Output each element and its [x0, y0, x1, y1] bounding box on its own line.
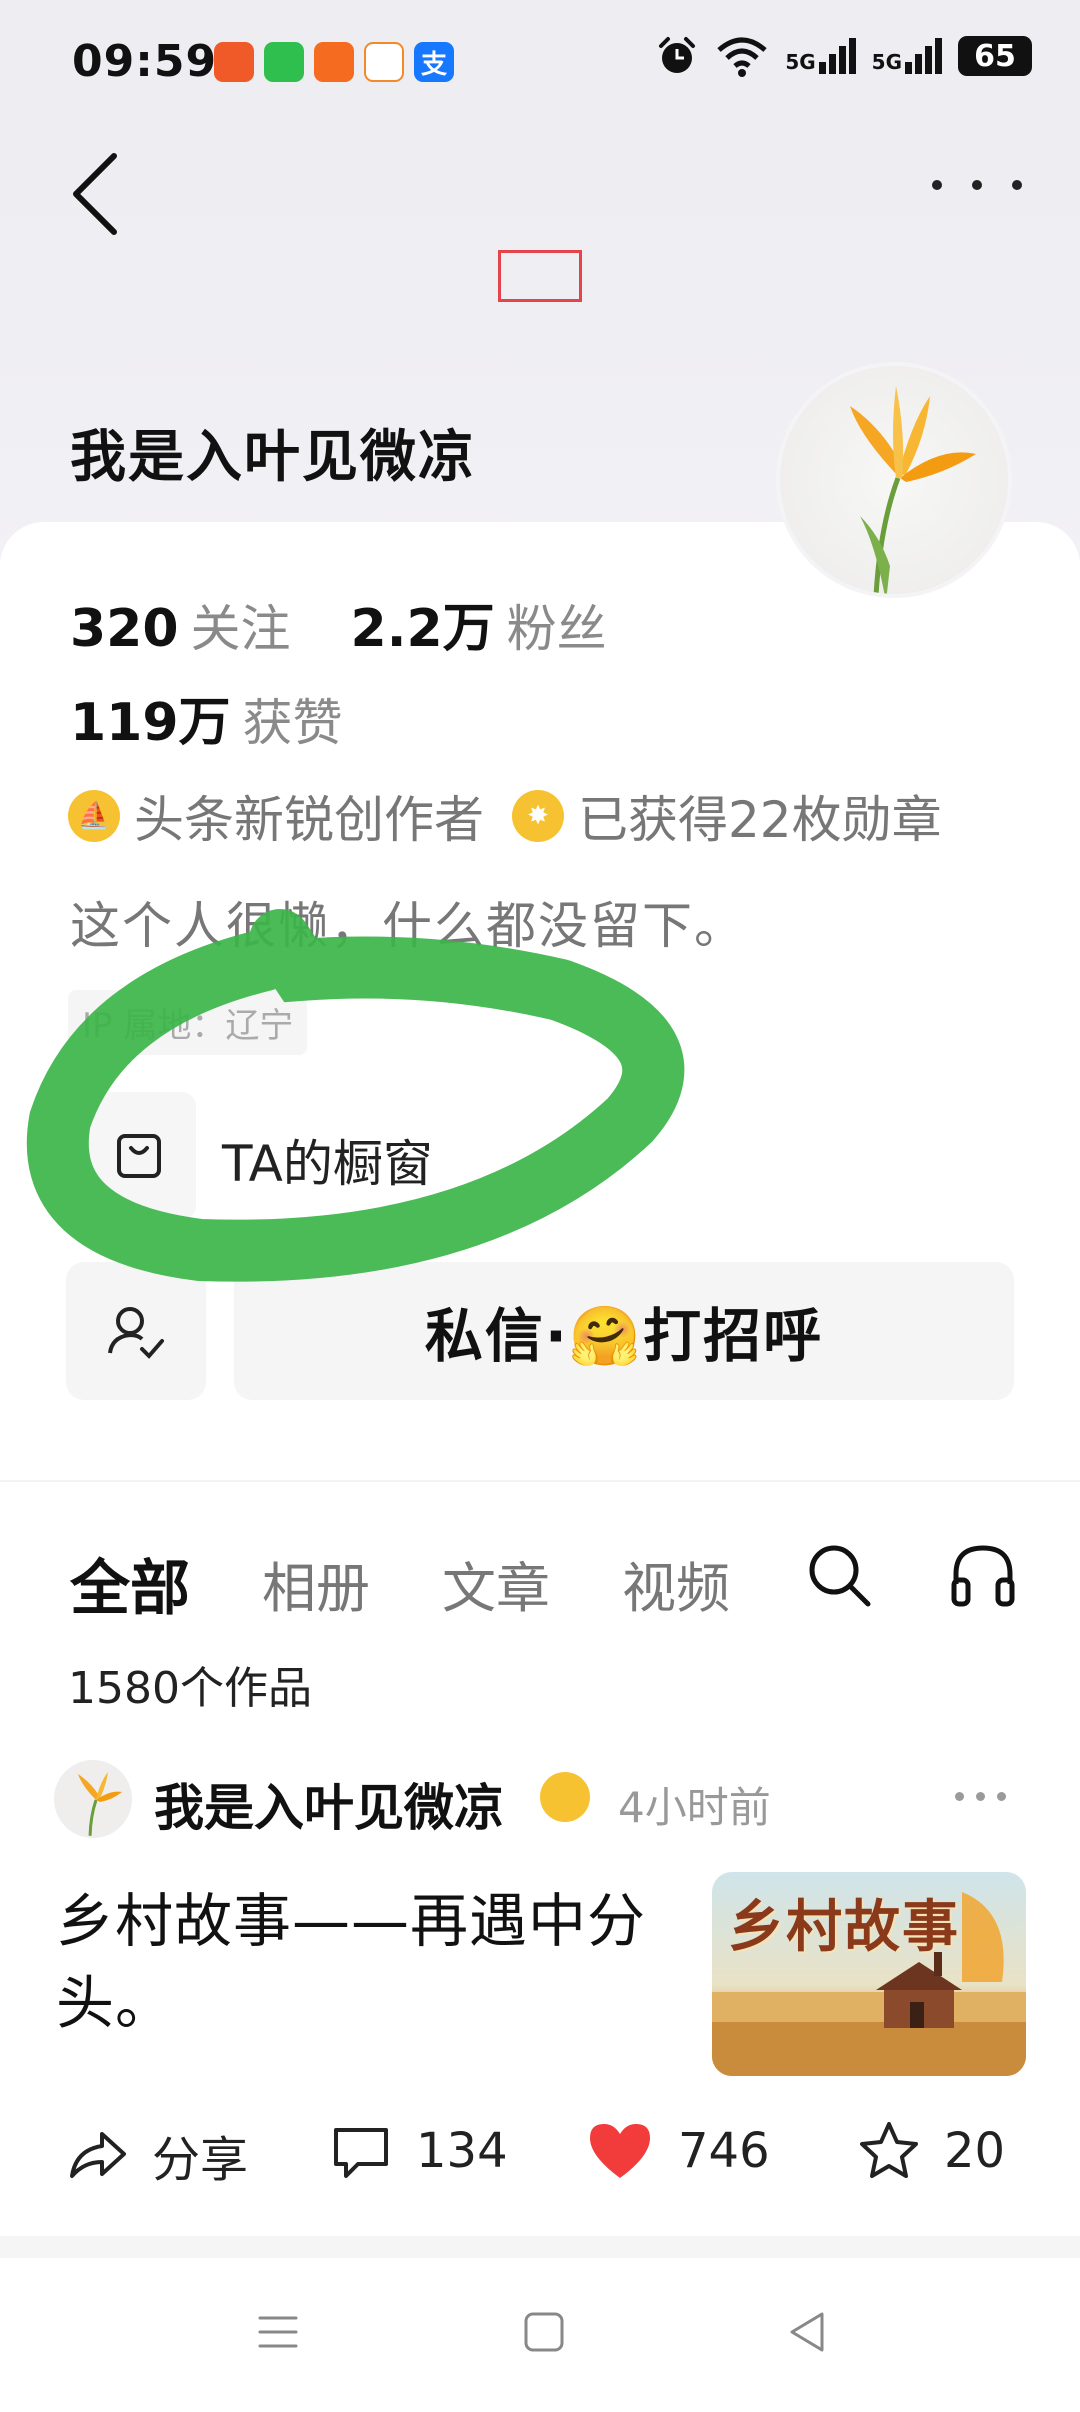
more-dot-icon — [955, 1792, 964, 1801]
tab-all[interactable]: 全部 — [70, 1540, 190, 1627]
post-author-avatar[interactable] — [54, 1760, 132, 1838]
more-options-button[interactable] — [932, 165, 1022, 205]
followers-count[interactable]: 2.2万 — [351, 586, 495, 661]
comment-count: 134 — [416, 2123, 508, 2179]
user-check-icon — [108, 1307, 164, 1359]
status-indicators: 5G 5G 65 — [655, 34, 1032, 78]
heart-icon — [590, 2124, 650, 2178]
square-icon — [524, 2312, 564, 2352]
share-button[interactable]: 分享 — [66, 2120, 248, 2190]
system-navigation-bar — [0, 2258, 1080, 2412]
red-annotation-rect — [498, 250, 582, 302]
wifi-icon — [717, 37, 767, 77]
like-count: 746 — [678, 2123, 770, 2179]
signal-5g-2-label: 5G — [871, 50, 902, 74]
verified-badge-icon — [540, 1772, 590, 1822]
works-count: 1580个作品 — [68, 1663, 312, 1714]
tulip-avatar-image — [850, 386, 976, 594]
profile-username: 我是入叶见微凉 — [70, 425, 476, 490]
search-button[interactable] — [804, 1540, 874, 1610]
following-label[interactable]: 关注 — [191, 589, 291, 661]
message-greet-button[interactable]: 私信·🤗打招呼 — [234, 1262, 1014, 1400]
alipay-app-icon: 支 — [414, 42, 454, 82]
tab-articles[interactable]: 文章 — [442, 1544, 550, 1623]
like-button[interactable]: 746 — [586, 2120, 770, 2182]
bottom-divider — [0, 2236, 1080, 2258]
recent-apps-button[interactable] — [248, 2302, 308, 2362]
more-dot-icon — [997, 1792, 1006, 1801]
stats-row: 320 关注 2.2万 粉丝 — [70, 586, 667, 661]
showcase-button[interactable] — [82, 1092, 196, 1220]
likes-row: 119万 获赞 — [70, 680, 403, 755]
post-more-button[interactable] — [955, 1792, 1006, 1801]
home-app-icon — [214, 42, 254, 82]
back-nav-button[interactable] — [778, 2302, 838, 2362]
signal-5g-1: 5G — [785, 38, 856, 74]
profile-avatar[interactable] — [776, 362, 1012, 598]
didi-app-icon — [364, 42, 404, 82]
likes-label: 获赞 — [242, 694, 343, 752]
headphones-icon — [951, 1545, 1015, 1607]
share-icon — [70, 2132, 126, 2178]
more-dot-icon — [1012, 180, 1022, 190]
home-button[interactable] — [514, 2302, 574, 2362]
triangle-back-icon — [790, 2312, 824, 2352]
likes-count: 119万 — [70, 693, 231, 753]
tab-album[interactable]: 相册 — [262, 1544, 370, 1623]
chevron-left-icon — [73, 153, 117, 235]
favorite-button[interactable]: 20 — [858, 2120, 1005, 2182]
post-text[interactable]: 乡村故事——再遇中分头。 — [56, 1880, 656, 2044]
tab-videos[interactable]: 视频 — [622, 1544, 730, 1623]
post-author-name[interactable]: 我是入叶见微凉 — [154, 1768, 504, 1840]
listen-button[interactable] — [948, 1540, 1018, 1610]
content-tabs: 全部 相册 文章 视频 — [70, 1540, 730, 1627]
signal-5g-2: 5G — [872, 38, 942, 74]
search-icon — [809, 1545, 871, 1607]
more-dot-icon — [976, 1792, 985, 1801]
signal-5g-1-label: 5G — [785, 50, 816, 74]
followers-label[interactable]: 粉丝 — [507, 589, 607, 661]
medals-label[interactable]: 已获得22枚勋章 — [578, 780, 942, 852]
back-button[interactable] — [62, 140, 132, 240]
more-dot-icon — [932, 180, 942, 190]
post-time: 4小时前 — [618, 1783, 771, 1832]
profile-bio: 这个人很懒，什么都没留下。 — [70, 897, 746, 955]
comment-icon — [334, 2128, 388, 2178]
tulip-avatar-image — [78, 1772, 122, 1836]
status-time: 09:59 — [72, 36, 218, 87]
share-label: 分享 — [152, 2132, 249, 2188]
menu-icon — [258, 2316, 298, 2348]
badges-row[interactable]: ⛵ 头条新锐创作者 ✸ 已获得22枚勋章 — [68, 780, 942, 852]
ip-location: IP 属地：辽宁 — [68, 990, 308, 1055]
status-bar: 09:59 支 5G 5G 65 — [0, 0, 1080, 120]
favorite-count: 20 — [944, 2123, 1006, 2179]
more-dot-icon — [972, 180, 982, 190]
post-action-bar: 分享 134 746 20 — [66, 2120, 1016, 2200]
post-thumbnail[interactable]: 乡村故事 — [712, 1872, 1026, 2076]
showcase-label[interactable]: TA的橱窗 — [222, 1124, 433, 1196]
thumbnail-title: 乡村故事 — [728, 1894, 960, 1960]
battery-indicator: 65 — [958, 36, 1032, 76]
comment-button[interactable]: 134 — [330, 2120, 508, 2182]
alarm-icon — [659, 37, 696, 73]
notification-icons: 支 — [214, 42, 454, 82]
following-count[interactable]: 320 — [70, 599, 179, 659]
medal-icon: ✸ — [512, 790, 564, 842]
follow-status-button[interactable] — [66, 1262, 206, 1400]
message-app-icon — [264, 42, 304, 82]
taobao-app-icon — [314, 42, 354, 82]
creator-badge-label[interactable]: 头条新锐创作者 — [134, 780, 484, 852]
star-icon — [860, 2122, 918, 2178]
sailboat-badge-icon: ⛵ — [68, 790, 120, 842]
shopping-bag-icon — [117, 1134, 161, 1178]
